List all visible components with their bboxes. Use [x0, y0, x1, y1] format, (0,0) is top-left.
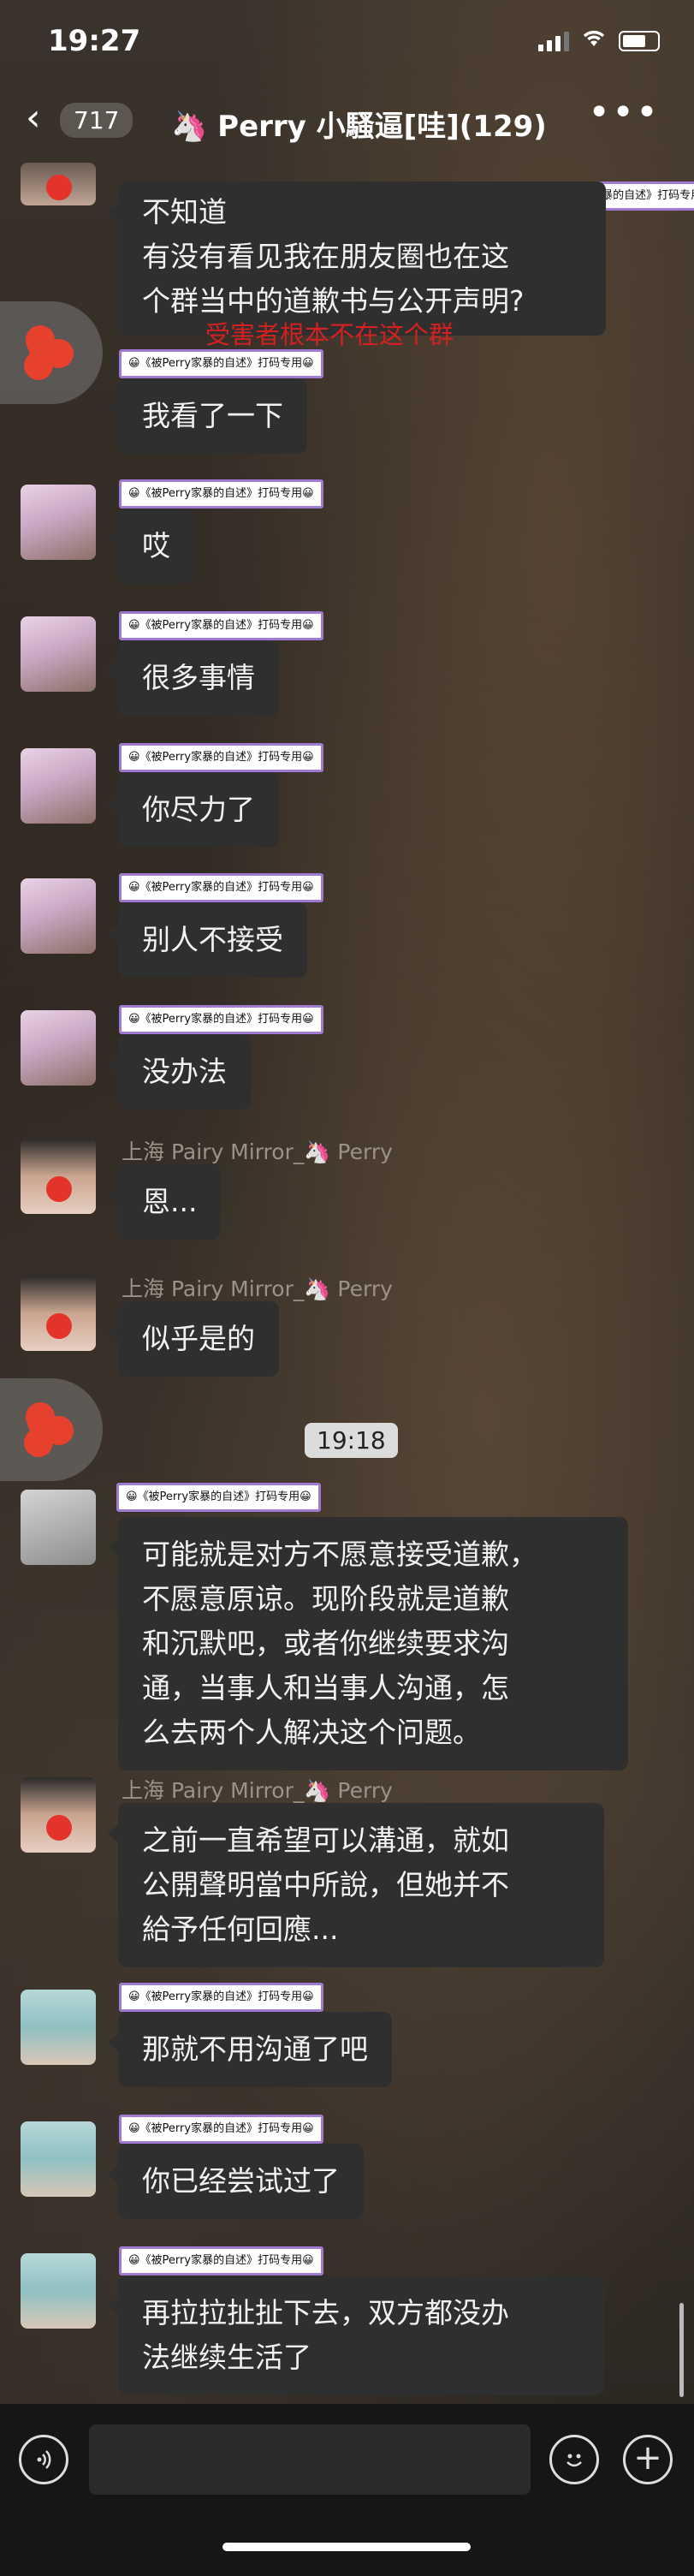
message-row: 😀《被Perry家暴的自述》打码专用😀 你已经尝试过了 [21, 2115, 671, 2226]
message-input[interactable] [89, 2424, 531, 2495]
avatar[interactable] [21, 616, 96, 692]
member-tag: 😀《被Perry家暴的自述》打码专用😀 [119, 349, 323, 378]
message-row: 😀《被Perry家暴的自述》打码专用😀 再拉拉扯扯下去，双方都没办 法继续生活了 [21, 2246, 671, 2395]
message-bubble[interactable]: 再拉拉扯扯下去，双方都没办 法继续生活了 [108, 2276, 604, 2395]
message-row: 😀《被Perry家暴的自述》打码专用😀 没办法 [21, 1005, 671, 1116]
avatar[interactable] [21, 748, 96, 824]
avatar[interactable] [21, 485, 96, 560]
message-row: 😀《被Perry家暴的自述》打码专用😀 你尽力了 [21, 743, 671, 854]
message-bubble[interactable]: 你已经尝试过了 [108, 2144, 364, 2219]
avatar[interactable] [21, 1490, 96, 1565]
plus-icon[interactable]: + [623, 2435, 673, 2484]
voice-icon[interactable] [19, 2435, 68, 2484]
chevron-left-icon[interactable]: ‹ [26, 99, 41, 137]
message-bubble[interactable]: 别人不接受 [108, 902, 307, 978]
member-tag: 😀《被Perry家暴的自述》打码专用😀 [119, 743, 323, 772]
member-tag: 😀《被Perry家暴的自述》打码专用😀 [119, 1983, 323, 2012]
message-row: 上海 Pairy Mirror_🦄 Perry 之前一直希望可以溝通，就如 公開… [21, 1774, 671, 1971]
message-row: 上海 Pairy Mirror_🦄 Perry 似乎是的 [21, 1272, 671, 1383]
avatar[interactable] [21, 2121, 96, 2197]
message-bubble[interactable]: 我看了一下 [108, 378, 307, 454]
more-dots-icon[interactable]: ••• [588, 91, 660, 134]
member-tag: 😀《被Perry家暴的自述》打码专用😀 [119, 873, 323, 902]
message-bubble[interactable]: 哎 [108, 509, 194, 584]
avatar[interactable] [21, 1139, 96, 1214]
message-bubble[interactable]: 不知道 有没有看见我在朋友圈也在这 个群当中的道歉书与公开声明? [108, 181, 606, 336]
message-bubble[interactable]: 没办法 [108, 1034, 251, 1110]
sender-name: 上海 Pairy Mirror_🦄 Perry [122, 1276, 393, 1301]
home-indicator[interactable] [222, 2543, 471, 2551]
message-row: 😀《被Perry家暴的自述》打码专用😀 可能就是对方不愿意接受道歉， 不愿意原谅… [21, 1483, 671, 1770]
battery-icon [619, 30, 660, 51]
member-tag: 😀《被Perry家暴的自述》打码专用😀 [119, 2246, 323, 2276]
signal-icon [538, 31, 569, 51]
floating-app-logo[interactable] [0, 1378, 103, 1481]
avatar[interactable] [21, 2253, 96, 2329]
member-tag: 😀《被Perry家暴的自述》打码专用😀 [116, 1483, 321, 1512]
avatar[interactable] [21, 1990, 96, 2065]
input-bar: + [0, 2404, 694, 2576]
avatar[interactable] [21, 163, 96, 205]
message-bubble[interactable]: 很多事情 [108, 640, 279, 716]
scrollbar[interactable] [679, 2303, 684, 2397]
message-row: 😀《被Perry家暴的自述》打码专用😀 别人不接受 [21, 873, 671, 985]
status-time: 19:27 [48, 24, 141, 58]
avatar[interactable] [21, 878, 96, 954]
avatar[interactable] [21, 1276, 96, 1351]
member-tag: 😀《被Perry家暴的自述》打码专用😀 [119, 479, 323, 509]
member-tag: 😀《被Perry家暴的自述》打码专用😀 [119, 1005, 323, 1034]
message-row: 😀《被Perry家暴的自述》打码专用😀 哎 [21, 479, 671, 591]
chat-title: 🦄 Perry 小騷逼[哇](129) [171, 110, 547, 144]
message-row: 😀《被Perry家暴的自述》打码专用😀 很多事情 [21, 611, 671, 723]
avatar[interactable] [21, 1777, 96, 1853]
sender-name: 上海 Pairy Mirror_🦄 Perry [122, 1778, 393, 1803]
member-tag: 😀《被Perry家暴的自述》打码专用😀 [119, 2115, 323, 2144]
avatar[interactable] [21, 1010, 96, 1086]
time-divider: 19:18 [305, 1423, 398, 1458]
message-bubble[interactable]: 可能就是对方不愿意接受道歉， 不愿意原谅。现阶段就是道歉 和沉默吧，或者你继续要… [108, 1517, 628, 1770]
message-row: 😀《被Perry家暴的自述》打码专用😀 我看了一下 [21, 349, 671, 454]
message-bubble[interactable]: 你尽力了 [108, 772, 279, 848]
status-bar: 19:27 [0, 0, 694, 77]
chat-header: ‹ 717 🦄 Perry 小騷逼[哇](129) ••• [0, 86, 694, 154]
message-row: 😀《被Perry家暴的自述》打码专用😀 那就不用沟通了吧 [21, 1983, 671, 2094]
message-bubble[interactable]: 那就不用沟通了吧 [108, 2012, 392, 2087]
member-tag: 😀《被Perry家暴的自述》打码专用😀 [119, 611, 323, 640]
wifi-icon [581, 27, 607, 54]
message-bubble[interactable]: 恩... [107, 1164, 222, 1240]
emoji-icon[interactable] [549, 2435, 599, 2484]
status-icons [538, 27, 660, 54]
red-annotation: 受害者根本不在这个群 [205, 320, 454, 349]
back-unread-count[interactable]: 717 [60, 103, 133, 138]
sender-name: 上海 Pairy Mirror_🦄 Perry [122, 1139, 393, 1164]
message-bubble[interactable]: 似乎是的 [108, 1301, 279, 1377]
message-row: 😀《被Perry家暴的自述》打码专用😀 😀《被Perry家暴的自述》打码专用😀 … [21, 156, 694, 336]
message-row: 上海 Pairy Mirror_🦄 Perry 恩... [21, 1135, 671, 1246]
message-bubble[interactable]: 之前一直希望可以溝通，就如 公開聲明當中所說，但她并不 給予任何回應... [108, 1803, 604, 1967]
